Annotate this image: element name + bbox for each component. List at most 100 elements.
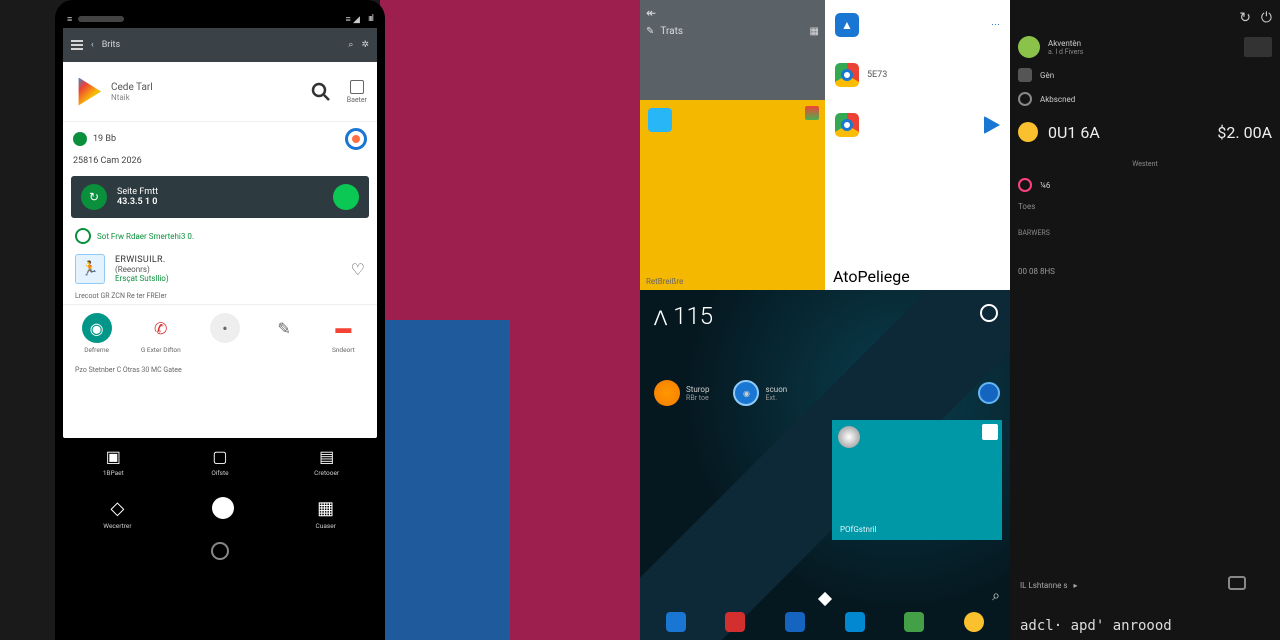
tile-grey[interactable]: ↞ ✎Trats ▦ (640, 0, 825, 100)
nav-item[interactable]: ▢Oifste (170, 446, 271, 477)
grid-icon: ▦ (315, 497, 337, 519)
bottom-item[interactable]: IL Lshtanne s▸ (1020, 581, 1078, 590)
settings-icon[interactable]: ✲ (361, 40, 369, 50)
app-icon: 🏃 (75, 254, 105, 284)
dock-item[interactable]: ◇Wecertrer (103, 497, 131, 530)
search-glyph-icon[interactable]: ⌕ (992, 588, 1000, 604)
widget-teal[interactable]: POfGstnril (832, 420, 1002, 540)
weather-icon[interactable] (980, 304, 998, 322)
back-icon[interactable]: ‹ (91, 40, 94, 50)
tile-yellow[interactable]: RetBreißre (640, 100, 825, 290)
edit-row[interactable]: ✎Trats ▦ (640, 26, 825, 37)
signal-icons: ≡ ◢ ıııl (345, 14, 373, 25)
card-title: Seite Fmtt (117, 187, 323, 197)
dock-app-icon[interactable] (666, 612, 686, 632)
play-icon (984, 116, 1000, 134)
search-icon[interactable] (305, 76, 337, 108)
device-icon: ▢ (210, 446, 230, 466)
corner-icon (982, 424, 998, 440)
action-ring-icon[interactable] (345, 128, 367, 150)
grid-small-icon: ▦ (810, 26, 819, 37)
refresh-icon[interactable]: ↻ (1239, 10, 1251, 26)
header-row: Cede Tarl Ntaik Baeter (63, 62, 377, 122)
account-sub: a. I d Fivers (1048, 48, 1083, 56)
dock-item[interactable]: ▦Cuaser (315, 497, 337, 530)
app-row[interactable] (825, 100, 1010, 150)
account-row[interactable]: Akventèn a. I d Fivers (1018, 36, 1272, 58)
dock-app-icon[interactable] (725, 612, 745, 632)
app-sub: (Reeonrs) (115, 265, 341, 274)
status-line: Sot Frw Rdaer Smertehi3 0. (63, 222, 377, 250)
status-dot-icon (73, 132, 87, 146)
pen-icon: ✎ (269, 313, 299, 343)
phone-frame: ≡ ≡ ◢ ıııl ‹ Brits ⌕ ✲ Cede Tarl Ntaik (55, 0, 385, 640)
app-row[interactable]: 5E73 (825, 50, 1010, 100)
panel-row[interactable]: Gèn (1018, 68, 1272, 82)
row-icon (1018, 68, 1032, 82)
phone-screen: ‹ Brits ⌕ ✲ Cede Tarl Ntaik (63, 28, 377, 438)
info-row: 19 Bb (63, 122, 377, 156)
power-icon[interactable]: ⏻ (1261, 10, 1272, 26)
dock-app-icon[interactable] (845, 612, 865, 632)
hamburger-icon[interactable] (71, 40, 83, 50)
card-value: 43.3.5 1 0 (117, 197, 323, 207)
menu-icon[interactable]: ≡ (67, 14, 72, 25)
app-name: ERWISUILR. (115, 255, 341, 265)
quick-item[interactable]: • (210, 313, 240, 354)
timestamp: 00 08 8HS (1018, 267, 1272, 276)
app-tile-icon[interactable] (648, 108, 672, 132)
tile-label: RetBreißre (646, 277, 683, 286)
play-store-icon[interactable] (73, 78, 101, 106)
app-icon (654, 380, 680, 406)
chat-icon: ◉ (82, 313, 112, 343)
nav-item[interactable]: ▣1BPaet (63, 446, 164, 477)
dock-app-icon[interactable] (904, 612, 924, 632)
assistant-icon[interactable] (978, 382, 1000, 404)
home-screen[interactable]: ⋀115 SturopRBr toe ◉scuonExt. POfGstnril… (640, 290, 1010, 640)
pink-dot-icon (1018, 178, 1032, 192)
back-arrow-icon[interactable]: ↞ (640, 0, 825, 26)
panel-row[interactable]: ¼6 (1018, 178, 1272, 192)
dock-app-icon[interactable] (964, 612, 984, 632)
circle-icon: • (210, 313, 240, 343)
balance-row: 0U1 6A $2. 00A (1018, 122, 1272, 142)
home-app[interactable]: SturopRBr toe (654, 380, 709, 406)
home-button[interactable] (211, 542, 229, 560)
thumb-icon (1244, 37, 1272, 57)
quick-item[interactable]: ▬Sndeort (328, 313, 358, 354)
doc-icon: ▤ (317, 446, 337, 466)
footnote: Lrecoot GR ZCN Re ter FREIer (63, 288, 377, 304)
page-indicator (818, 592, 832, 606)
app-bar: ‹ Brits ⌕ ✲ (63, 28, 377, 62)
rect-icon[interactable] (1228, 576, 1246, 590)
featured-card[interactable]: ↻ Seite Fmtt 43.3.5 1 0 (71, 176, 369, 218)
widget-label: POfGstnril (840, 525, 877, 534)
section-label: Westent (1018, 160, 1272, 168)
balance-amount-2: $2. 00A (1217, 123, 1272, 142)
quick-item[interactable]: ✎ (269, 313, 299, 354)
quick-row: ◉Defrerne ✆G Exter Difton • ✎ ▬Sndeort (63, 304, 377, 362)
quick-item[interactable]: ✆G Exter Difton (141, 313, 181, 354)
download-icon[interactable] (333, 184, 359, 210)
app-list-item[interactable]: 🏃 ERWISUILR. (Reeonrs) Ersçat Sutsllio) … (63, 250, 377, 288)
search-small-icon[interactable]: ⌕ (348, 40, 353, 50)
header-subtitle: Ntaik (111, 93, 295, 102)
nav-item[interactable]: ▤Cretooer (276, 446, 377, 477)
home-app[interactable]: ◉scuonExt. (733, 380, 787, 406)
panel-row[interactable]: Toes (1018, 202, 1272, 211)
tile-label: AtoPeliege (825, 263, 1010, 290)
panel-row[interactable]: Akbscned (1018, 92, 1272, 106)
dock-app-icon[interactable] (785, 612, 805, 632)
mini-icon (805, 106, 819, 120)
app-icon: ◉ (733, 380, 759, 406)
widget-icon (838, 426, 860, 448)
play-small-icon: ▸ (1073, 581, 1077, 590)
time-widget[interactable]: ⋀115 (654, 302, 713, 330)
bg-stripe (510, 0, 640, 320)
baser-button[interactable]: Baeter (347, 80, 367, 104)
app-row[interactable]: ▲⋯ (825, 0, 1010, 50)
dock-item[interactable] (212, 497, 234, 530)
bg-stripe (380, 320, 510, 640)
heart-icon[interactable]: ♡ (351, 260, 365, 279)
quick-item[interactable]: ◉Defrerne (82, 313, 112, 354)
